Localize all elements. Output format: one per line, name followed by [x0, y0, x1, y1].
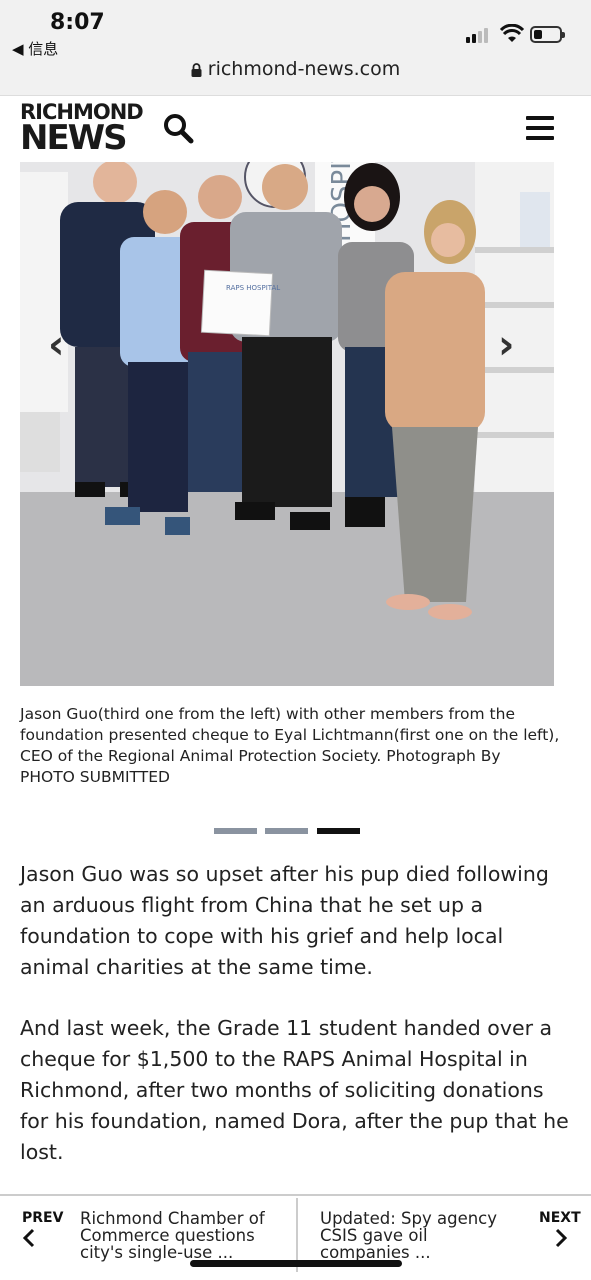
address-bar[interactable]: richmond-news.com — [0, 58, 591, 80]
next-article-title[interactable]: Updated: Spy agency CSIS gave oil compan… — [320, 1210, 520, 1261]
carousel-dot-active[interactable] — [317, 828, 360, 834]
chevron-left-icon[interactable] — [22, 1228, 36, 1248]
carousel-dot[interactable] — [265, 828, 308, 834]
status-time: 8:07 — [50, 10, 105, 35]
certificate-text: RAPS HOSPITAL — [226, 284, 280, 292]
chevron-right-icon[interactable] — [554, 1228, 568, 1248]
battery-icon — [530, 26, 565, 43]
hamburger-menu-icon[interactable] — [526, 116, 554, 146]
article-paragraph: Jason Guo was so upset after his pup die… — [20, 862, 549, 979]
next-label[interactable]: NEXT — [539, 1210, 581, 1226]
prev-label[interactable]: PREV — [22, 1210, 63, 1226]
url-text: richmond-news.com — [207, 58, 401, 80]
site-logo[interactable]: RICHMOND NEWS — [20, 102, 144, 158]
photo-image: HOSPITA RAPS HOSPITAL — [20, 162, 554, 686]
lock-icon — [191, 62, 202, 77]
article-paragraph: And last week, the Grade 11 student hand… — [20, 1016, 569, 1164]
wifi-icon — [500, 24, 524, 42]
back-to-app-button[interactable]: ◀ 信息 — [12, 38, 58, 59]
article-photo: HOSPITA RAPS HOSPITAL ‹ › — [20, 162, 554, 686]
site-header: RICHMOND NEWS — [0, 96, 591, 158]
carousel-next-arrow-icon[interactable]: › — [498, 322, 514, 368]
cellular-signal-icon — [466, 27, 492, 43]
carousel-dot[interactable] — [214, 828, 257, 834]
prev-article-title[interactable]: Richmond Chamber of Commerce questions c… — [80, 1210, 280, 1261]
photo-caption: Jason Guo(third one from the left) with … — [20, 705, 560, 786]
logo-line-2: NEWS — [20, 118, 128, 158]
carousel-prev-arrow-icon[interactable]: ‹ — [48, 322, 64, 368]
article-pager: PREV Richmond Chamber of Commerce questi… — [0, 1194, 591, 1280]
home-indicator[interactable] — [190, 1260, 402, 1267]
browser-status-bar: 8:07 ◀ 信息 richmond-news.com — [0, 0, 591, 96]
search-icon[interactable] — [162, 112, 194, 144]
